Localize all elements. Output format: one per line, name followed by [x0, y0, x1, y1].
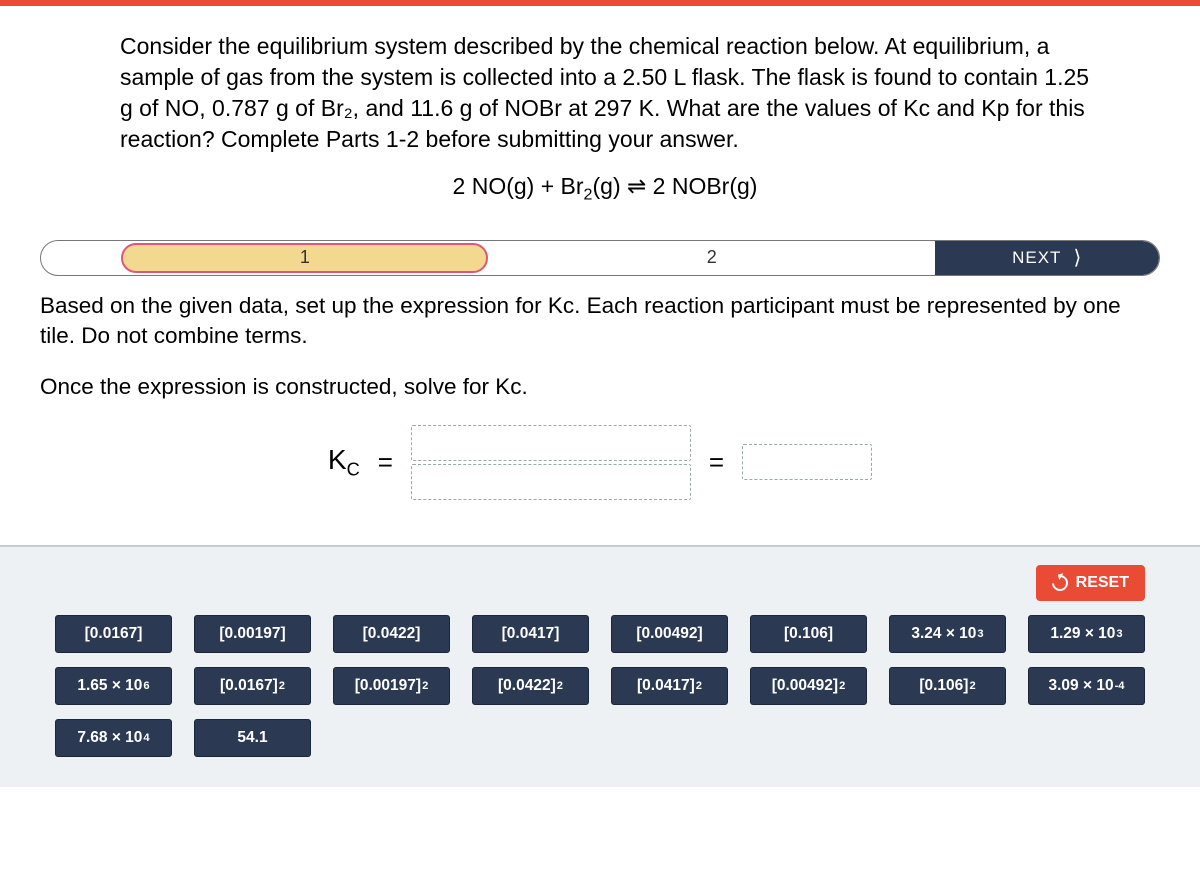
- answer-tile[interactable]: [0.0422]: [333, 615, 450, 653]
- tile-grid: [0.0167] [0.00197] [0.0422] [0.0417] [0.0049…: [55, 615, 1145, 757]
- progress-bar: 1 2 NEXT ⟩: [0, 240, 1200, 276]
- answer-tile[interactable]: 3.09 × 10-4: [1028, 667, 1145, 705]
- tiles-palette: RESET [0.0167][0.00197][0.0422][0.0417][…: [0, 545, 1200, 787]
- question-area: Consider the equilibrium system describe…: [0, 6, 1200, 225]
- step-2-tab[interactable]: 2: [488, 241, 935, 275]
- equals-sign-2: =: [709, 447, 724, 478]
- answer-tile[interactable]: [0.00197]2: [333, 667, 450, 705]
- answer-tile[interactable]: 3.24 × 103: [889, 615, 1006, 653]
- step-1-tab[interactable]: 1: [41, 241, 488, 275]
- step-1-label: 1: [300, 247, 310, 268]
- answer-tile[interactable]: [0.106]2: [889, 667, 1006, 705]
- instruction-area: Based on the given data, set up the expr…: [0, 276, 1200, 545]
- numerator-slot[interactable]: [411, 425, 691, 461]
- answer-tile[interactable]: [0.0417]2: [611, 667, 728, 705]
- chemical-equation: 2 NO(g) + Br2(g) ⇌ 2 NOBr(g): [120, 173, 1090, 205]
- instruction-line-2: Once the expression is constructed, solv…: [40, 374, 1160, 400]
- answer-tile[interactable]: [0.0422]2: [472, 667, 589, 705]
- progress-track: 1 2 NEXT ⟩: [40, 240, 1160, 276]
- next-button[interactable]: NEXT ⟩: [935, 241, 1159, 275]
- next-label: NEXT: [1012, 248, 1061, 268]
- answer-tile[interactable]: [0.00197]: [194, 615, 311, 653]
- reset-button[interactable]: RESET: [1036, 565, 1145, 601]
- answer-tile[interactable]: 54.1: [194, 719, 311, 757]
- answer-tile[interactable]: [0.0167]2: [194, 667, 311, 705]
- equals-sign-1: =: [378, 447, 393, 478]
- answer-tile[interactable]: [0.106]: [750, 615, 867, 653]
- answer-tile[interactable]: [0.0167]: [55, 615, 172, 653]
- kc-symbol: KC: [328, 444, 360, 481]
- answer-tile[interactable]: 1.29 × 103: [1028, 615, 1145, 653]
- answer-tile[interactable]: 1.65 × 106: [55, 667, 172, 705]
- kc-expression: KC = =: [40, 425, 1160, 500]
- step-1-active-pill: 1: [121, 243, 488, 273]
- denominator-slot[interactable]: [411, 464, 691, 500]
- chevron-right-icon: ⟩: [1073, 245, 1082, 270]
- answer-tile[interactable]: [0.0417]: [472, 615, 589, 653]
- instruction-line-1: Based on the given data, set up the expr…: [40, 291, 1160, 352]
- reset-label: RESET: [1076, 574, 1129, 592]
- answer-tile[interactable]: 7.68 × 104: [55, 719, 172, 757]
- fraction-dropzone: [411, 425, 691, 500]
- question-text: Consider the equilibrium system describe…: [120, 31, 1090, 155]
- answer-tile[interactable]: [0.00492]: [611, 615, 728, 653]
- reset-icon: [1048, 571, 1071, 594]
- answer-tile[interactable]: [0.00492]2: [750, 667, 867, 705]
- result-slot[interactable]: [742, 444, 872, 480]
- step-2-label: 2: [707, 247, 717, 268]
